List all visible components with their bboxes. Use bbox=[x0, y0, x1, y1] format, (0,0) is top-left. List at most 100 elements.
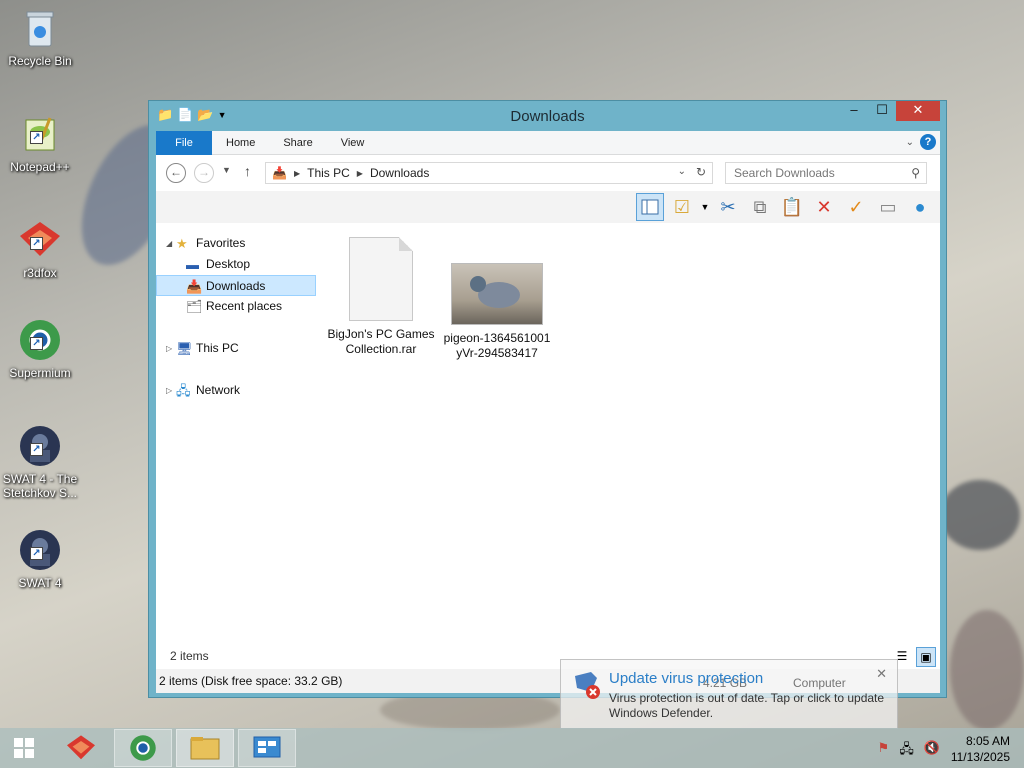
wallpaper-bird-right bbox=[940, 480, 1020, 550]
nav-label: This PC bbox=[196, 341, 239, 355]
forward-button[interactable]: → bbox=[194, 163, 214, 183]
defender-notification[interactable]: 4.21 GB Computer Update virus protection… bbox=[560, 659, 898, 729]
search-input[interactable]: Search Downloads ⚲ bbox=[725, 162, 927, 184]
nav-favorites[interactable]: ◢ ★ Favorites bbox=[156, 233, 316, 254]
breadcrumb-downloads[interactable]: Downloads bbox=[370, 166, 429, 180]
clock[interactable]: 8:05 AM 11/13/2025 bbox=[951, 733, 1010, 765]
back-button[interactable]: ← bbox=[166, 163, 186, 183]
network-globe-icon[interactable]: ● bbox=[906, 193, 934, 221]
rar-file-icon bbox=[349, 237, 413, 321]
nav-desktop[interactable]: ▬ Desktop bbox=[156, 254, 316, 275]
network-tray-icon[interactable]: 🖧 bbox=[899, 740, 914, 762]
view-toggles: ☰ ▣ bbox=[892, 647, 936, 667]
supermium-icon: ↗ bbox=[18, 318, 62, 362]
clock-time: 8:05 AM bbox=[965, 734, 1010, 748]
swat4-game-icon: ↗ bbox=[18, 528, 62, 572]
nav-network[interactable]: ▷ 🖧 Network bbox=[156, 380, 316, 401]
star-icon: ★ bbox=[176, 236, 188, 251]
nav-label: Downloads bbox=[206, 279, 266, 293]
desktop-icon-supermium[interactable]: ↗ Supermium bbox=[2, 318, 78, 380]
nav-label: Network bbox=[196, 383, 241, 397]
file-item[interactable]: pigeon-1364561001yVr-294583417 bbox=[442, 263, 552, 361]
window-controls: – ☐ ✕ bbox=[840, 101, 940, 121]
content-area: ◢ ★ Favorites ▬ Desktop 📥 Downloads 🗂 Re… bbox=[156, 223, 940, 669]
desktop-icon-swat4-stetchkov[interactable]: ↗ SWAT 4 - The Stetchkov S... bbox=[2, 424, 78, 500]
nav-label: Recent places bbox=[206, 299, 283, 313]
help-icon[interactable]: ? bbox=[920, 134, 936, 150]
nav-this-pc[interactable]: ▷ 🖥 This PC bbox=[156, 338, 316, 359]
expand-arrow-icon[interactable]: ▷ bbox=[166, 380, 172, 401]
breadcrumb-separator-icon[interactable]: ▶ bbox=[357, 169, 363, 178]
taskbar-file-explorer-button[interactable] bbox=[176, 729, 234, 767]
path-box[interactable]: 📥 ▶ This PC ▶ Downloads ⌄ ↻ bbox=[265, 162, 713, 184]
recycle-bin-icon bbox=[18, 6, 62, 50]
desktop-icon-r3dfox[interactable]: ↗ r3dfox bbox=[2, 218, 78, 280]
copy-icon[interactable]: ⧉ bbox=[746, 193, 774, 221]
windows-defender-icon bbox=[571, 670, 603, 702]
expand-arrow-icon[interactable]: ▷ bbox=[166, 338, 172, 359]
command-toolbar: ☑ ▼ ✂ ⧉ 📋 ✕ ✓ ▭ ● bbox=[156, 191, 940, 223]
properties-icon[interactable]: ▭ bbox=[874, 193, 902, 221]
tab-file[interactable]: File bbox=[156, 130, 212, 155]
nav-label: Favorites bbox=[196, 236, 246, 250]
downloads-folder-icon: 📥 bbox=[186, 279, 203, 294]
desktop-icon-swat4[interactable]: ↗ SWAT 4 bbox=[2, 528, 78, 590]
large-icons-view-icon[interactable]: ▣ bbox=[916, 647, 936, 667]
image-thumbnail bbox=[451, 263, 543, 325]
up-button[interactable]: ↑ bbox=[244, 163, 251, 179]
cut-icon[interactable]: ✂ bbox=[714, 193, 742, 221]
taskbar: ⚑ 🖧 🔇 8:05 AM 11/13/2025 bbox=[0, 728, 1024, 768]
close-icon[interactable]: ✕ bbox=[876, 666, 887, 682]
desktop-icon-label: SWAT 4 - The Stetchkov S... bbox=[2, 472, 78, 500]
paste-icon[interactable]: 📋 bbox=[778, 193, 806, 221]
preview-pane-icon[interactable] bbox=[636, 193, 664, 221]
rename-icon[interactable]: ✓ bbox=[842, 193, 870, 221]
file-name: BigJon's PC Games Collection.rar bbox=[327, 327, 435, 356]
desktop-icon-recycle-bin[interactable]: Recycle Bin bbox=[2, 6, 78, 68]
nav-recent-places[interactable]: 🗂 Recent places bbox=[156, 296, 316, 317]
desktop-icon-label: Notepad++ bbox=[10, 160, 70, 174]
delete-icon[interactable]: ✕ bbox=[810, 193, 838, 221]
window-titlebar[interactable]: 📁 📄 📂 ▼ Downloads – ☐ ✕ bbox=[149, 101, 946, 131]
tab-home[interactable]: Home bbox=[212, 131, 269, 155]
clock-date: 11/13/2025 bbox=[950, 750, 1010, 764]
expand-arrow-icon[interactable]: ◢ bbox=[166, 233, 172, 254]
volume-muted-icon[interactable]: 🔇 bbox=[924, 740, 940, 762]
close-button[interactable]: ✕ bbox=[896, 101, 940, 121]
notification-body: Virus protection is out of date. Tap or … bbox=[609, 691, 885, 720]
breadcrumb-this-pc[interactable]: This PC bbox=[307, 166, 350, 180]
nav-downloads[interactable]: 📥 Downloads bbox=[156, 275, 316, 296]
network-icon: 🖧 bbox=[176, 383, 191, 398]
minimize-button[interactable]: – bbox=[840, 101, 868, 121]
window-title: Downloads bbox=[510, 108, 585, 125]
refresh-icon[interactable]: ↻ bbox=[696, 165, 706, 179]
item-count: 2 items bbox=[170, 649, 209, 663]
taskbar-supermium-button[interactable] bbox=[114, 729, 172, 767]
nav-label: Desktop bbox=[206, 257, 251, 271]
recent-locations-button[interactable]: ▼ bbox=[222, 165, 231, 175]
ribbon-help-area: ⌄ ? bbox=[906, 134, 936, 150]
desktop-icon-notepad-plus-plus[interactable]: ↗ Notepad++ bbox=[2, 112, 78, 174]
notepad-plus-plus-icon: ↗ bbox=[18, 112, 62, 156]
breadcrumb-separator-icon[interactable]: ▶ bbox=[294, 169, 300, 178]
ribbon-tabs: File Home Share View ⌄ ? bbox=[156, 130, 940, 155]
taskbar-control-panel-button[interactable] bbox=[238, 729, 296, 767]
ghost-computer-label: Computer bbox=[793, 676, 846, 690]
navigation-pane: ◢ ★ Favorites ▬ Desktop 📥 Downloads 🗂 Re… bbox=[156, 233, 316, 401]
explorer-window: 📁 📄 📂 ▼ Downloads – ☐ ✕ File Home Share … bbox=[148, 100, 947, 698]
tab-view[interactable]: View bbox=[327, 131, 379, 155]
file-item[interactable]: BigJon's PC Games Collection.rar bbox=[326, 237, 436, 357]
tab-share[interactable]: Share bbox=[269, 131, 326, 155]
desktop-icon-label: Recycle Bin bbox=[8, 54, 72, 68]
select-all-icon[interactable]: ☑ bbox=[668, 193, 696, 221]
shortcut-arrow-icon: ↗ bbox=[30, 131, 43, 144]
taskbar-r3dfox-button[interactable] bbox=[52, 729, 110, 767]
expand-ribbon-icon[interactable]: ⌄ bbox=[906, 137, 914, 148]
start-button[interactable] bbox=[0, 729, 48, 767]
action-center-flag-icon[interactable]: ⚑ bbox=[878, 740, 890, 762]
shortcut-arrow-icon: ↗ bbox=[30, 237, 43, 250]
chevron-down-icon[interactable]: ▼ bbox=[700, 193, 710, 221]
chevron-down-icon[interactable]: ⌄ bbox=[678, 166, 686, 177]
maximize-button[interactable]: ☐ bbox=[868, 101, 896, 121]
desktop-icon-label: SWAT 4 bbox=[18, 576, 62, 590]
